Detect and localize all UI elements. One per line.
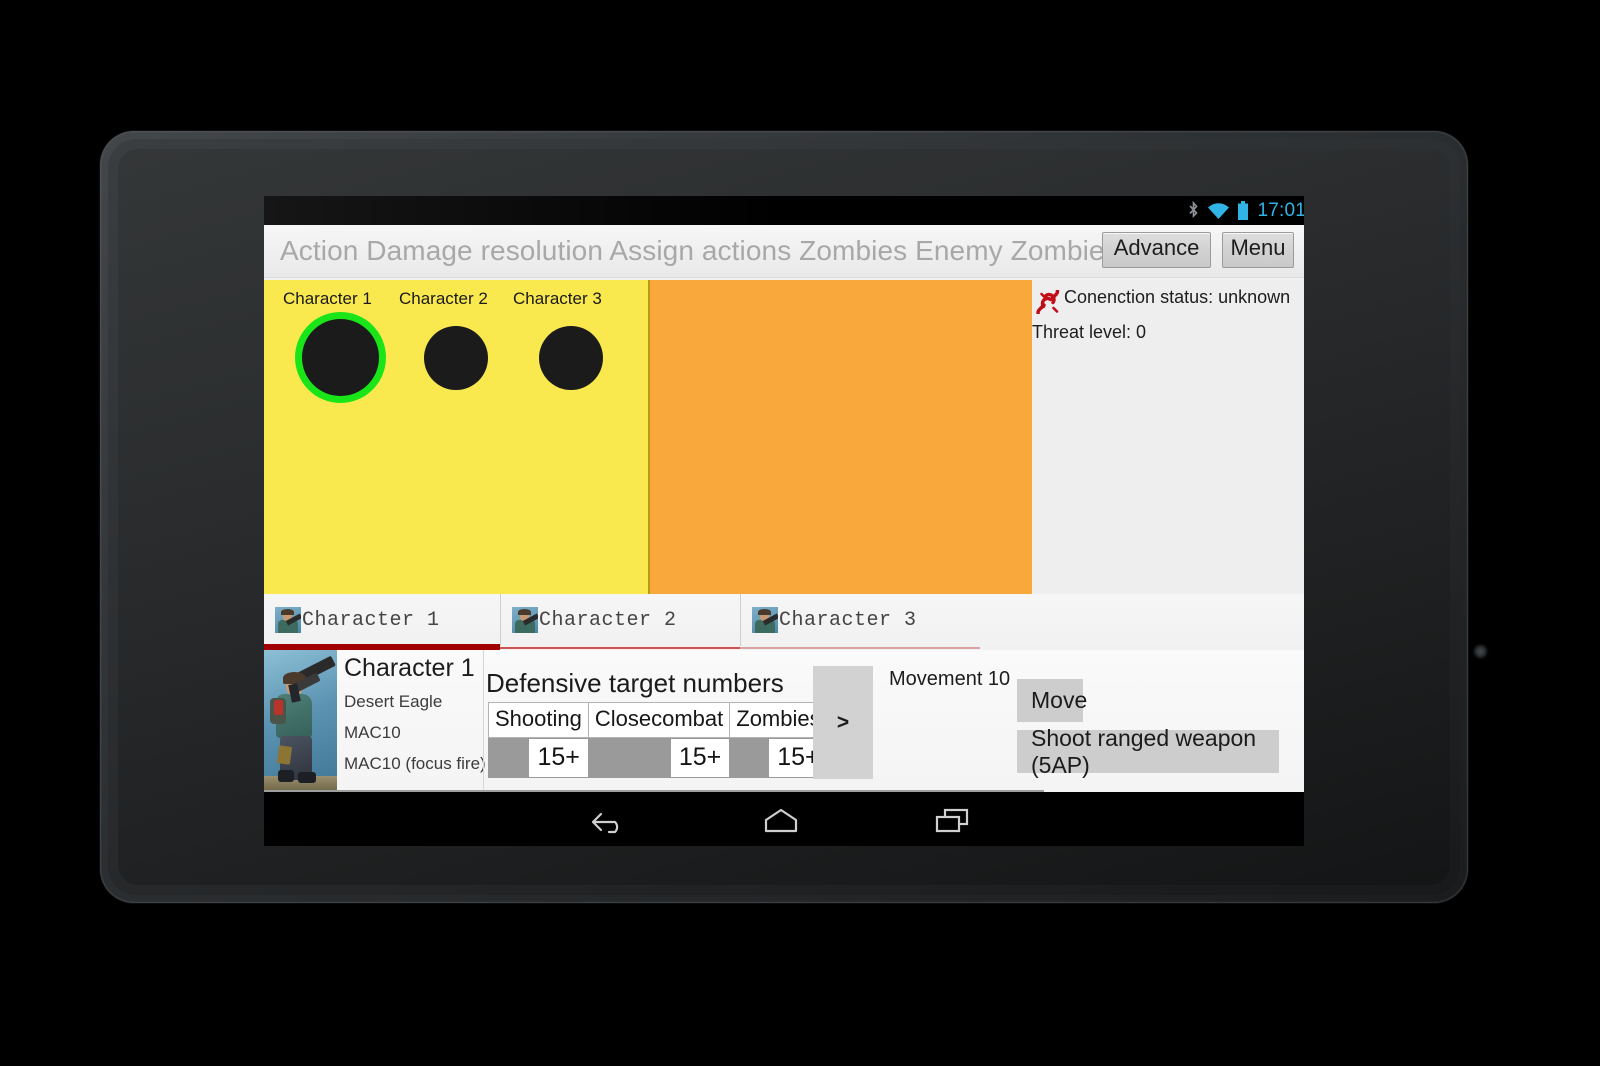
tab-character-3[interactable]: Character 3: [740, 594, 980, 646]
defensive-target-numbers-table: Shooting 15+ Closecombat 15+ Zombies 15+: [488, 702, 828, 778]
board-token-character-2[interactable]: [424, 326, 488, 390]
dtn-column-closecombat: Closecombat 15+: [587, 702, 730, 778]
advance-button[interactable]: Advance: [1102, 232, 1211, 268]
character-portrait: [264, 650, 337, 792]
tab-inactive-indicator: [500, 647, 740, 649]
tablet-screen: 17:01 Action Damage resolution Assign ac…: [264, 196, 1304, 846]
wifi-icon: [1208, 202, 1230, 219]
detail-divider: [483, 650, 484, 792]
character-portrait-icon: [752, 607, 778, 633]
expand-chevron-right-icon[interactable]: >: [813, 666, 873, 779]
board-token-label-3: Character 3: [513, 289, 602, 308]
connection-status-text: Conenction status: unknown: [1064, 287, 1291, 307]
board-zone-yellow[interactable]: Character 1 Character 2 Character 3: [264, 280, 650, 594]
power-button[interactable]: [1474, 645, 1487, 658]
board-token-label-1: Character 1: [283, 289, 372, 308]
board-token-character-1[interactable]: [302, 319, 379, 396]
dtn-column-shooting: Shooting 15+: [488, 702, 588, 778]
dtn-header: Closecombat: [587, 702, 730, 738]
threat-level-text: Threat level: 0: [1032, 322, 1147, 342]
status-bar-sheen: [264, 196, 784, 225]
movement-value: Movement 10: [889, 668, 1011, 690]
character-detail-panel: Character 1 Desert Eagle MAC10 MAC10 (fo…: [264, 650, 1304, 792]
move-button[interactable]: Move: [1017, 679, 1087, 722]
board-token-character-3[interactable]: [539, 326, 603, 390]
board-token-label-2: Character 2: [399, 289, 488, 308]
broken-link-icon: [1036, 290, 1060, 314]
clock: 17:01: [1257, 200, 1304, 221]
recents-icon[interactable]: [932, 806, 972, 834]
home-icon[interactable]: [760, 806, 802, 834]
tab-character-2[interactable]: Character 2: [500, 594, 740, 646]
android-status-bar: 17:01: [264, 196, 1304, 225]
dtn-value: 15+: [529, 739, 588, 777]
shoot-ranged-weapon-button[interactable]: Shoot ranged weapon (5AP): [1017, 725, 1279, 778]
defensive-target-numbers-title: Defensive target numbers: [486, 668, 784, 698]
battery-icon: [1238, 200, 1249, 220]
dtn-value-cell: 15+: [488, 738, 588, 778]
board-zone-orange[interactable]: [650, 280, 1032, 594]
weapon-item-3[interactable]: MAC10 (focus fire): [344, 754, 486, 774]
character-tab-bar: Character 1 Character 2 Character 3: [264, 594, 1304, 650]
status-bar-indicators: 17:01: [1187, 196, 1304, 225]
detail-character-name: Character 1: [344, 654, 475, 682]
character-portrait-icon: [512, 607, 538, 633]
character-portrait-icon: [275, 607, 301, 633]
dtn-value: 15+: [670, 739, 730, 777]
back-icon[interactable]: [588, 806, 628, 834]
dtn-header: Shooting: [488, 702, 588, 738]
bluetooth-icon: [1189, 201, 1199, 219]
info-panel: Conenction status: unknown Threat level:…: [1032, 280, 1304, 594]
android-nav-bar: [264, 792, 1304, 846]
tab-character-1[interactable]: Character 1: [264, 594, 500, 646]
menu-button[interactable]: Menu: [1222, 232, 1294, 268]
tab-label: Character 2: [539, 608, 677, 632]
tab-label: Character 1: [302, 608, 440, 632]
weapon-item-1[interactable]: Desert Eagle: [344, 692, 442, 712]
menu-bar-text[interactable]: Action Damage resolution Assign actions …: [280, 235, 1119, 267]
tab-inactive-indicator-2: [740, 647, 980, 649]
tab-label: Character 3: [779, 608, 917, 632]
dtn-value-cell: 15+: [587, 738, 730, 778]
weapon-item-2[interactable]: MAC10: [344, 723, 401, 743]
